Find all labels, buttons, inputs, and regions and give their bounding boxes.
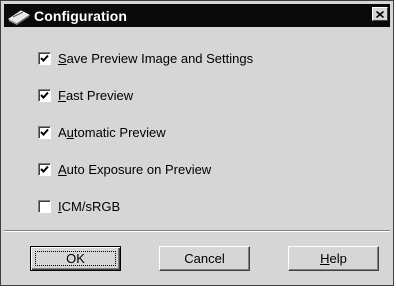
fast-preview-checkbox[interactable] (38, 89, 51, 102)
option-save-preview[interactable]: Save Preview Image and Settings (38, 51, 253, 66)
option-icm-srgb[interactable]: ICM/sRGB (38, 199, 120, 214)
title-bar[interactable]: Configuration (4, 4, 390, 27)
help-button[interactable]: Help (288, 246, 379, 271)
cancel-button[interactable]: Cancel (159, 246, 250, 271)
option-automatic-preview[interactable]: Automatic Preview (38, 125, 166, 140)
help-button-label: Help (320, 251, 347, 266)
auto-exposure-label: Auto Exposure on Preview (58, 162, 212, 177)
separator (4, 230, 390, 232)
automatic-preview-checkbox[interactable] (38, 126, 51, 139)
checkmark-icon (40, 54, 49, 62)
icm-srgb-checkbox[interactable] (38, 200, 51, 213)
configuration-dialog: Configuration Save Preview Image and Set… (0, 0, 394, 286)
checkmark-icon (40, 165, 49, 173)
cancel-button-label: Cancel (184, 251, 225, 266)
ok-button-label: OK (66, 251, 85, 266)
window-title: Configuration (34, 7, 128, 24)
close-icon (375, 5, 385, 23)
option-auto-exposure[interactable]: Auto Exposure on Preview (38, 162, 211, 177)
fast-preview-label: Fast Preview (58, 88, 134, 103)
auto-exposure-checkbox[interactable] (38, 163, 51, 176)
close-button[interactable] (372, 7, 388, 21)
option-fast-preview[interactable]: Fast Preview (38, 88, 133, 103)
save-preview-checkbox[interactable] (38, 52, 51, 65)
automatic-preview-label: Automatic Preview (58, 125, 166, 140)
checkmark-icon (40, 91, 49, 99)
save-preview-label: Save Preview Image and Settings (58, 51, 254, 66)
ok-button[interactable]: OK (30, 246, 121, 271)
checkmark-icon (40, 128, 49, 136)
icm-srgb-label: ICM/sRGB (58, 199, 121, 214)
scanner-icon (6, 6, 32, 26)
